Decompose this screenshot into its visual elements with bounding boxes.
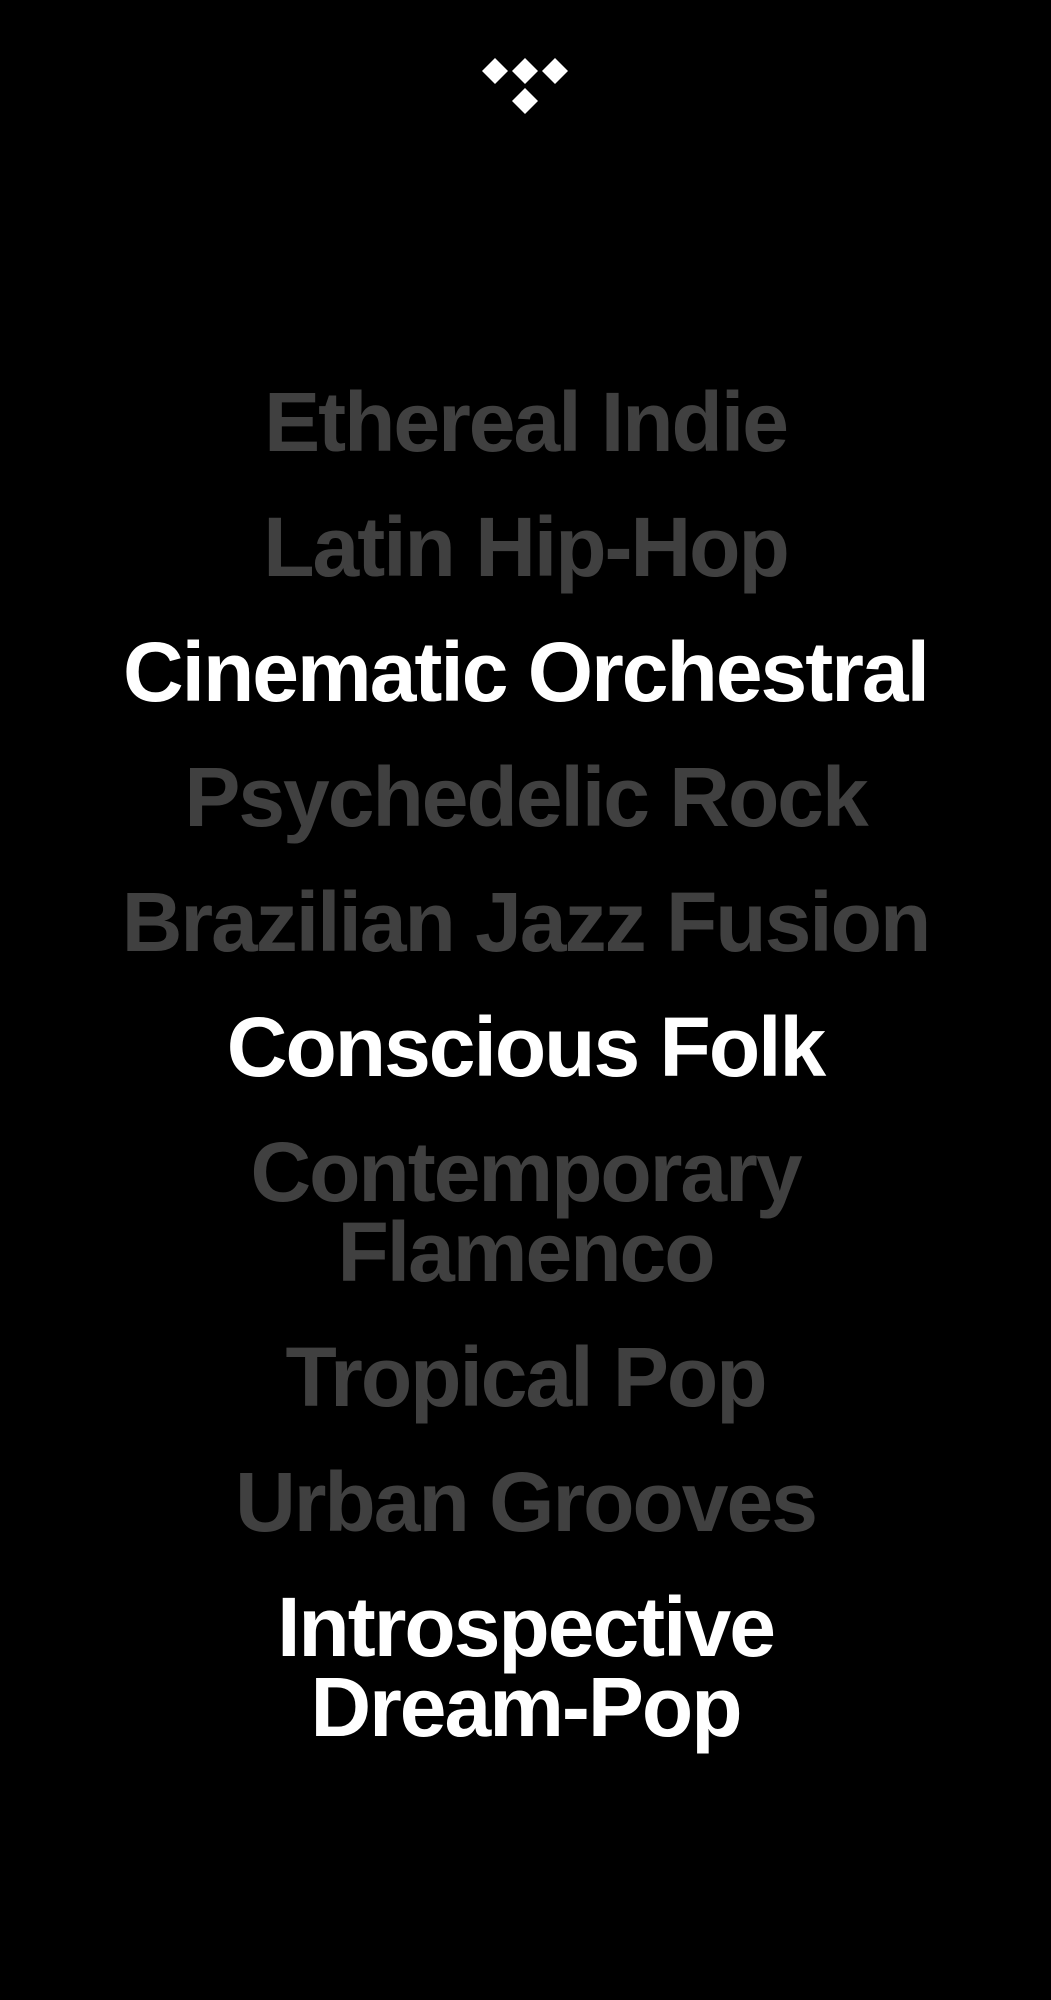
genre-urban-grooves[interactable]: Urban Grooves [76,1460,976,1544]
genre-tropical-pop[interactable]: Tropical Pop [76,1335,976,1419]
tidal-logo-icon [480,56,570,118]
genre-introspective-dream-pop[interactable]: Introspective Dream-Pop [146,1585,906,1749]
genre-latin-hip-hop[interactable]: Latin Hip-Hop [76,505,976,589]
genre-contemporary-flamenco[interactable]: Contemporary Flamenco [146,1130,906,1294]
genre-conscious-folk[interactable]: Conscious Folk [76,1005,976,1089]
genre-psychedelic-rock[interactable]: Psychedelic Rock [76,755,976,839]
genre-brazilian-jazz-fusion[interactable]: Brazilian Jazz Fusion [76,880,976,964]
genre-list: Ethereal Indie Latin Hip-Hop Cinematic O… [0,380,1051,1792]
genre-ethereal-indie[interactable]: Ethereal Indie [76,380,976,464]
genre-cinematic-orchestral[interactable]: Cinematic Orchestral [76,630,976,714]
